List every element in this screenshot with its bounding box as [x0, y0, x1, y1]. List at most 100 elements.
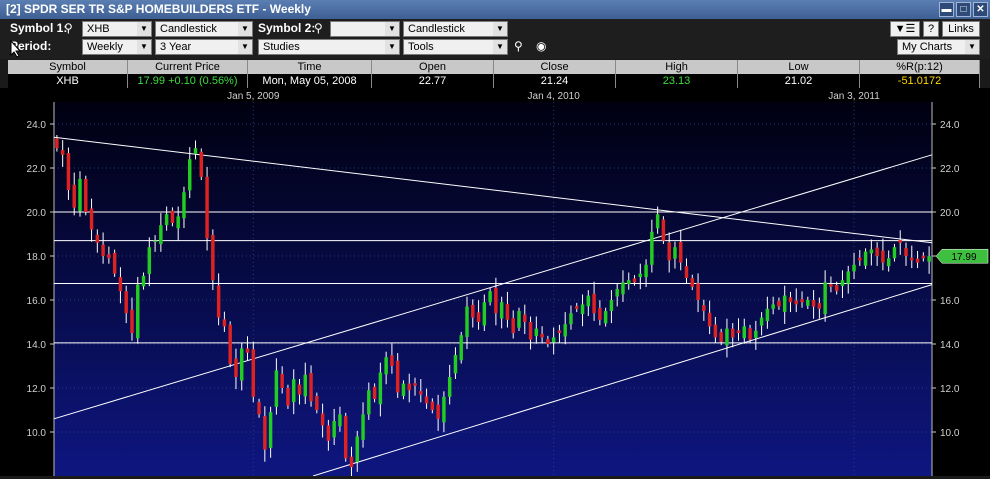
candle-body[interactable]	[534, 328, 539, 337]
candle-body[interactable]	[251, 349, 256, 397]
candle-body[interactable]	[303, 374, 308, 397]
candle-body[interactable]	[765, 308, 770, 322]
candle-body[interactable]	[459, 335, 463, 361]
candle-body[interactable]	[239, 348, 244, 381]
candle-body[interactable]	[343, 416, 348, 459]
close-button[interactable]: ✕	[973, 2, 988, 17]
candle-body[interactable]	[748, 328, 752, 340]
tools-select[interactable]: Tools ▼	[403, 39, 508, 55]
candle-body[interactable]	[315, 395, 319, 410]
candle-body[interactable]	[829, 284, 833, 287]
candle-body[interactable]	[725, 328, 729, 346]
candle-body[interactable]	[863, 251, 868, 266]
candle-body[interactable]	[378, 372, 383, 405]
candle-body[interactable]	[598, 307, 602, 320]
candle-body[interactable]	[60, 149, 65, 155]
candle-body[interactable]	[401, 383, 406, 396]
candle-body[interactable]	[55, 138, 59, 149]
candle-body[interactable]	[742, 326, 747, 339]
candle-body[interactable]	[332, 421, 336, 438]
candle-body[interactable]	[447, 377, 452, 397]
candle-body[interactable]	[286, 388, 290, 406]
studies-select[interactable]: Studies ▼	[258, 39, 400, 55]
candle-body[interactable]	[580, 304, 585, 315]
candle-body[interactable]	[193, 148, 198, 154]
candle-body[interactable]	[326, 425, 331, 441]
candle-body[interactable]	[886, 258, 891, 267]
candle-body[interactable]	[499, 302, 504, 319]
candle-body[interactable]	[390, 355, 394, 366]
candle-body[interactable]	[124, 291, 128, 314]
candle-body[interactable]	[384, 357, 388, 375]
candle-body[interactable]	[569, 313, 573, 325]
candle-body[interactable]	[800, 299, 804, 303]
candle-body[interactable]	[575, 306, 579, 309]
price-chart[interactable]: Jan 5, 2009 Jan 4, 2010 Jan 3, 2011 24.0 24…	[0, 88, 990, 479]
chevron-down-icon[interactable]: ▼	[137, 40, 151, 54]
candle-body[interactable]	[101, 244, 105, 256]
candle-body[interactable]	[523, 314, 527, 322]
candle-body[interactable]	[673, 247, 677, 259]
candle-body[interactable]	[638, 273, 643, 278]
candle-body[interactable]	[915, 258, 920, 263]
candle-body[interactable]	[338, 414, 342, 427]
candle-body[interactable]	[707, 312, 712, 327]
candle-body[interactable]	[442, 396, 446, 423]
candle-body[interactable]	[465, 306, 469, 337]
candle-body[interactable]	[372, 386, 377, 399]
binoculars-icon[interactable]: ◉	[536, 39, 546, 53]
candle-body[interactable]	[858, 257, 862, 261]
chart-type1-select[interactable]: Candlestick ▼	[155, 21, 253, 37]
candle-body[interactable]	[540, 333, 544, 338]
candle-body[interactable]	[453, 355, 458, 374]
candle-body[interactable]	[488, 291, 492, 303]
price-chart-svg[interactable]: Jan 5, 2009 Jan 4, 2010 Jan 3, 2011 24.0 24…	[0, 88, 990, 479]
quote-data-row[interactable]: XHB 17.99 +0.10 (0.56%) Mon, May 05, 200…	[8, 74, 980, 88]
candle-body[interactable]	[684, 266, 689, 278]
candle-body[interactable]	[78, 179, 82, 212]
candle-body[interactable]	[621, 282, 625, 295]
candle-body[interactable]	[84, 179, 88, 212]
candle-body[interactable]	[419, 391, 423, 395]
candle-body[interactable]	[291, 379, 296, 403]
candle-body[interactable]	[609, 300, 614, 311]
candle-body[interactable]	[811, 300, 816, 307]
chevron-down-icon[interactable]: ▼	[238, 40, 252, 54]
candle-body[interactable]	[551, 337, 556, 343]
candle-body[interactable]	[603, 311, 608, 324]
candle-body[interactable]	[719, 332, 723, 342]
candle-body[interactable]	[274, 370, 279, 407]
candle-body[interactable]	[627, 280, 631, 285]
candle-body[interactable]	[130, 309, 134, 333]
candle-body[interactable]	[320, 413, 325, 426]
candle-body[interactable]	[211, 234, 215, 281]
candle-body[interactable]	[72, 184, 76, 208]
candle-body[interactable]	[771, 304, 775, 309]
minimize-button[interactable]: ▬	[939, 2, 954, 17]
candle-body[interactable]	[66, 153, 71, 190]
candle-body[interactable]	[852, 264, 856, 272]
candle-body[interactable]	[661, 219, 666, 241]
chevron-down-icon[interactable]: ▼	[238, 22, 252, 36]
chevron-down-icon[interactable]: ▼	[493, 40, 507, 54]
range-select[interactable]: 3 Year ▼	[155, 39, 253, 55]
candle-body[interactable]	[834, 285, 839, 292]
candle-body[interactable]	[297, 384, 302, 395]
candle-body[interactable]	[730, 328, 735, 338]
candle-body[interactable]	[309, 373, 313, 402]
candle-body[interactable]	[898, 240, 902, 243]
candle-body[interactable]	[395, 360, 400, 393]
candle-body[interactable]	[89, 208, 94, 230]
candle-body[interactable]	[794, 300, 798, 305]
candle-body[interactable]	[107, 254, 111, 259]
candle-body[interactable]	[563, 324, 567, 337]
candle-body[interactable]	[754, 330, 758, 338]
candle-body[interactable]	[424, 396, 429, 404]
candle-body[interactable]	[511, 318, 515, 333]
candle-body[interactable]	[840, 280, 845, 286]
chart-type2-select[interactable]: Candlestick ▼	[403, 21, 508, 37]
candle-body[interactable]	[153, 240, 157, 242]
candle-body[interactable]	[782, 295, 787, 312]
candle-body[interactable]	[667, 242, 671, 261]
candle-body[interactable]	[436, 404, 440, 419]
